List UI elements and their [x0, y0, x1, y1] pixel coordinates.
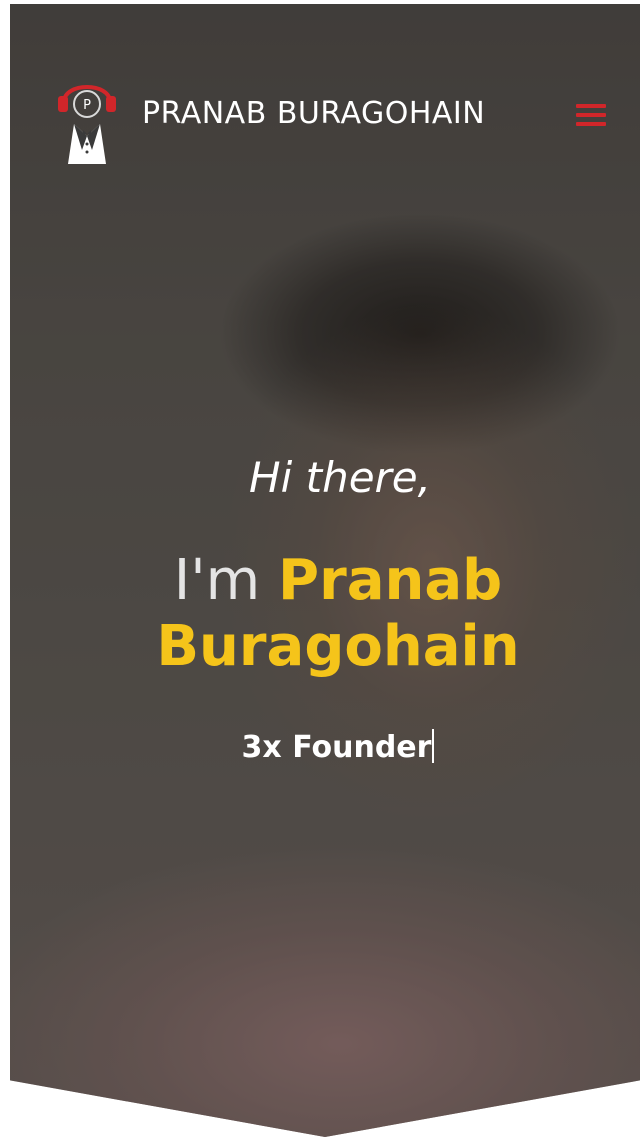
hamburger-menu-icon[interactable] — [576, 104, 606, 126]
logo-graphic: P — [58, 85, 116, 164]
brand-name[interactable]: PRANAB BURAGOHAIN — [142, 96, 485, 132]
typing-cursor — [432, 729, 435, 763]
hero-tagline: 3x Founder — [0, 728, 640, 768]
menu-bar — [576, 122, 606, 126]
page: P PRANAB BURAGOHAIN Hi there, I'm Pranab… — [0, 0, 640, 1137]
hero-greeting: Hi there, — [249, 453, 431, 502]
menu-bar — [576, 113, 606, 117]
hero-headline: I'm Pranab Buragohain — [0, 548, 640, 680]
site-header: P PRANAB BURAGOHAIN — [0, 0, 640, 180]
hero-intro: I'm — [173, 548, 261, 613]
logo-letter: P — [83, 98, 91, 113]
typed-tagline-text: 3x Founder — [241, 730, 432, 765]
headphones-tuxedo-logo-icon[interactable]: P — [56, 72, 118, 168]
menu-bar — [576, 104, 606, 108]
